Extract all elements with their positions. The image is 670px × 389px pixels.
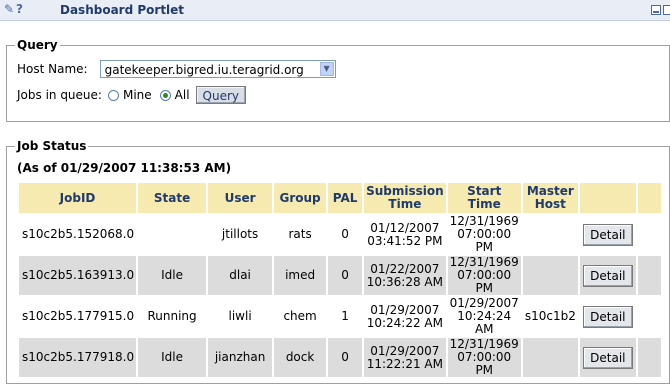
col-submission-time[interactable]: Submission Time [364, 183, 446, 213]
col-master-host[interactable]: Master Host [522, 183, 578, 213]
chevron-down-icon[interactable]: ▼ [319, 62, 334, 76]
help-icon[interactable]: ? [16, 2, 23, 16]
query-button[interactable]: Query [195, 86, 247, 104]
host-select-value: gatekeeper.bigred.iu.teragrid.org [104, 63, 304, 77]
table-row: s10c2b5.177918.0 Idle jianzhan dock 0 01… [19, 338, 661, 377]
cell-master-host [522, 215, 578, 254]
job-status-panel: Job Status (As of 01/29/2007 11:38:53 AM… [6, 139, 670, 384]
cell-action: Detail [579, 297, 636, 336]
cell-submission-time: 01/12/2007 03:41:52 PM [364, 215, 446, 254]
cell-group: imed [274, 256, 327, 295]
cell-submission-time: 01/29/2007 11:22:21 AM [364, 338, 446, 377]
host-row: Host Name: gatekeeper.bigred.iu.teragrid… [17, 60, 336, 78]
cell-pal: 0 [328, 256, 363, 295]
cell-state: Idle [138, 256, 207, 295]
portlet-title: Dashboard Portlet [60, 3, 185, 17]
cell-group: dock [274, 338, 327, 377]
radio-all-label: All [174, 88, 190, 102]
col-state[interactable]: State [138, 183, 207, 213]
cell-blank [637, 297, 661, 336]
portlet-titlebar: ✎ ? Dashboard Portlet [0, 0, 670, 21]
cell-action: Detail [579, 338, 636, 377]
job-table: JobID State User Group PAL Submission Tim… [17, 181, 663, 379]
detail-button[interactable]: Detail [583, 305, 633, 328]
cell-user: dlai [208, 256, 273, 295]
cell-submission-time: 01/29/2007 10:24:22 AM [364, 297, 446, 336]
cell-master-host [522, 338, 578, 377]
cell-blank [637, 215, 661, 254]
col-jobid[interactable]: JobID [19, 183, 137, 213]
maximize-icon[interactable] [663, 5, 670, 15]
detail-button[interactable]: Detail [583, 264, 633, 287]
cell-start-time: 12/31/1969 07:00:00 PM [447, 214, 521, 254]
cell-submission-time: 01/22/2007 10:36:28 AM [364, 256, 446, 295]
col-group[interactable]: Group [274, 183, 327, 213]
cell-state: Running [138, 297, 207, 336]
cell-action: Detail [579, 215, 636, 254]
radio-mine[interactable] [107, 89, 119, 101]
cell-state [138, 215, 207, 254]
radio-mine-label: Mine [122, 88, 152, 102]
jobs-label: Jobs in queue: [17, 88, 102, 102]
cell-group: rats [274, 215, 327, 254]
cell-start-time: 12/31/1969 07:00:00 PM [447, 255, 521, 295]
cell-action: Detail [579, 256, 636, 295]
col-blank [637, 183, 661, 213]
query-panel: Query Host Name: gatekeeper.bigred.iu.te… [6, 38, 670, 122]
cell-group: chem [274, 297, 327, 336]
cell-user: jianzhan [208, 338, 273, 377]
as-of-timestamp: (As of 01/29/2007 11:38:53 AM) [17, 161, 232, 175]
table-row: s10c2b5.177915.0 Running liwli chem 1 01… [19, 297, 661, 336]
jobs-row: Jobs in queue: Mine All Query [17, 86, 247, 104]
col-action [579, 183, 636, 213]
cell-pal: 0 [328, 215, 363, 254]
job-status-legend: Job Status [15, 139, 89, 153]
cell-pal: 0 [328, 338, 363, 377]
table-row: s10c2b5.163913.0 Idle dlai imed 0 01/22/… [19, 256, 661, 295]
detail-button[interactable]: Detail [583, 223, 633, 246]
cell-jobid: s10c2b5.152068.0 [19, 215, 137, 254]
query-legend: Query [15, 38, 60, 52]
col-user[interactable]: User [208, 183, 273, 213]
cell-user: jtillots [208, 215, 273, 254]
host-label: Host Name: [17, 62, 88, 76]
detail-button[interactable]: Detail [583, 346, 633, 369]
cell-user: liwli [208, 297, 273, 336]
cell-start-time: 01/29/2007 10:24:24 AM [447, 296, 521, 336]
table-row: s10c2b5.152068.0 jtillots rats 0 01/12/2… [19, 215, 661, 254]
cell-start-time: 12/31/1969 07:00:00 PM [447, 337, 521, 377]
col-start-time[interactable]: Start Time [447, 183, 521, 213]
cell-jobid: s10c2b5.177918.0 [19, 338, 137, 377]
pencil-icon[interactable]: ✎ [4, 2, 14, 16]
cell-master-host [522, 256, 578, 295]
host-select[interactable]: gatekeeper.bigred.iu.teragrid.org ▼ [99, 60, 336, 78]
cell-master-host: s10c1b2 [522, 297, 578, 336]
minimize-icon[interactable] [651, 5, 661, 15]
col-pal[interactable]: PAL [328, 183, 363, 213]
cell-jobid: s10c2b5.163913.0 [19, 256, 137, 295]
radio-all[interactable] [159, 89, 171, 101]
cell-jobid: s10c2b5.177915.0 [19, 297, 137, 336]
cell-blank [637, 338, 661, 377]
cell-pal: 1 [328, 297, 363, 336]
cell-state: Idle [138, 338, 207, 377]
table-header-row: JobID State User Group PAL Submission Tim… [19, 183, 661, 213]
cell-blank [637, 256, 661, 295]
